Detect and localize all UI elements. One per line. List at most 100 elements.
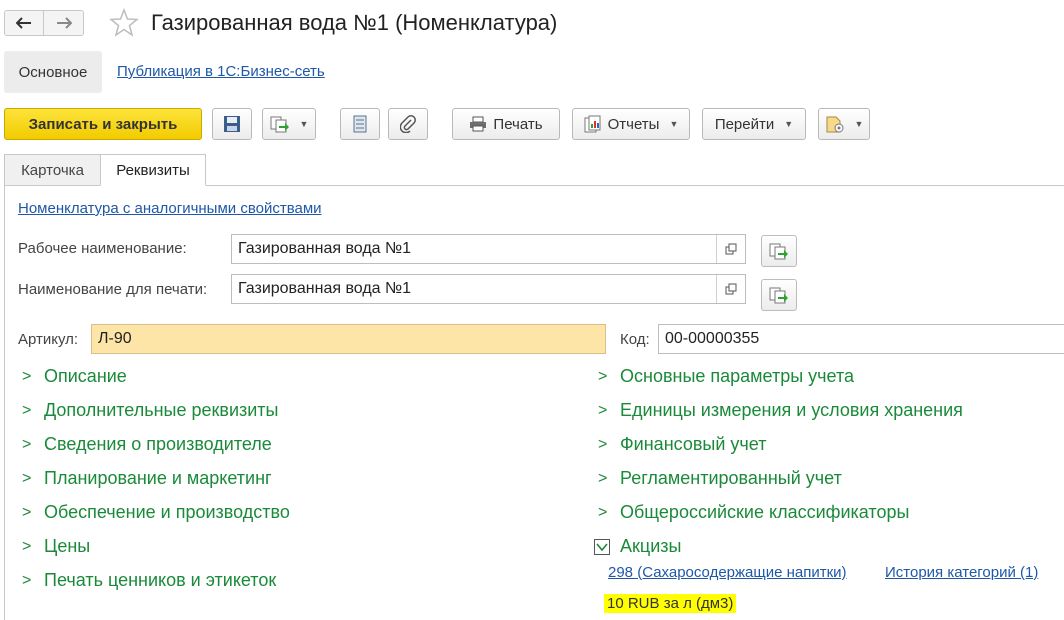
forward-button[interactable]: [44, 10, 84, 36]
article-label: Артикул:: [18, 331, 79, 348]
group-label: Сведения о производителе: [44, 434, 272, 454]
tab-requisites-label: Реквизиты: [116, 161, 190, 179]
chevron-right-icon: >: [22, 367, 32, 385]
group-planning-marketing[interactable]: > Планирование и маркетинг: [22, 468, 272, 489]
back-button[interactable]: [4, 10, 44, 36]
chevron-right-icon: >: [598, 503, 608, 521]
copy-print-name-button[interactable]: [761, 279, 797, 311]
page-title: Газированная вода №1 (Номенклатура): [151, 10, 558, 35]
group-label: Дополнительные реквизиты: [44, 400, 279, 420]
chevron-down-icon: [594, 538, 610, 555]
print-name-label: Наименование для печати:: [18, 281, 208, 298]
print-name-field[interactable]: Газированная вода №1: [231, 274, 746, 304]
list-view-button[interactable]: [340, 108, 380, 140]
group-description[interactable]: > Описание: [22, 366, 127, 387]
tab-card[interactable]: Карточка: [4, 154, 100, 186]
group-manufacturer[interactable]: > Сведения о производителе: [22, 434, 272, 455]
chevron-right-icon: >: [22, 469, 32, 487]
more-actions-button[interactable]: ▼: [818, 108, 870, 140]
paperclip-icon: [400, 115, 416, 133]
chevron-down-icon: ▼: [854, 119, 864, 129]
nav-main-tab[interactable]: Основное: [4, 51, 102, 93]
work-name-value: Газированная вода №1: [238, 240, 412, 257]
goto-label: Перейти: [714, 115, 775, 133]
copy-green-arrow-icon: [769, 287, 788, 304]
chevron-down-icon: ▼: [669, 119, 679, 129]
tab-requisites[interactable]: Реквизиты: [100, 154, 206, 186]
chevron-right-icon: >: [22, 435, 32, 453]
group-label: Описание: [44, 366, 127, 386]
arrow-right-icon: [56, 17, 72, 29]
tab-panel-left-border: [4, 185, 5, 620]
attachments-button[interactable]: [388, 108, 428, 140]
chevron-right-icon: >: [598, 469, 608, 487]
similar-items-link[interactable]: Номенклатура с аналогичными свойствами: [18, 200, 322, 217]
group-excise[interactable]: Акцизы: [594, 536, 681, 557]
group-regulated[interactable]: > Регламентированный учет: [598, 468, 842, 489]
category-history-link[interactable]: История категорий (1): [885, 564, 1038, 581]
group-label: Регламентированный учет: [620, 468, 842, 488]
code-field[interactable]: 00-00000355: [658, 324, 1064, 354]
floppy-disk-icon: [224, 116, 240, 132]
chevron-right-icon: >: [598, 401, 608, 419]
save-button[interactable]: [212, 108, 252, 140]
open-window-icon[interactable]: [716, 275, 745, 303]
save-and-close-label: Записать и закрыть: [28, 115, 178, 133]
print-button[interactable]: Печать: [452, 108, 560, 140]
reports-label: Отчеты: [607, 115, 660, 133]
reports-icon: [584, 115, 601, 133]
chevron-down-icon: ▼: [784, 119, 794, 129]
group-label: Основные параметры учета: [620, 366, 855, 386]
tab-card-label: Карточка: [21, 161, 84, 179]
group-label: Цены: [44, 536, 91, 556]
group-financial[interactable]: > Финансовый учет: [598, 434, 766, 455]
group-supply-production[interactable]: > Обеспечение и производство: [22, 502, 290, 523]
chevron-right-icon: >: [22, 503, 32, 521]
copy-green-arrow-icon: [769, 243, 788, 260]
tab-panel-border: [206, 185, 1064, 186]
open-window-icon[interactable]: [716, 235, 745, 263]
chevron-right-icon: >: [22, 537, 32, 555]
chevron-right-icon: >: [598, 367, 608, 385]
group-label: Финансовый учет: [620, 434, 767, 454]
group-units-storage[interactable]: > Единицы измерения и условия хранения: [598, 400, 963, 421]
chevron-right-icon: >: [22, 571, 32, 589]
group-label: Обеспечение и производство: [44, 502, 290, 522]
group-label: Печать ценников и этикеток: [44, 570, 277, 590]
chevron-down-icon: ▼: [299, 119, 309, 129]
article-value: Л-90: [98, 330, 132, 347]
goto-button[interactable]: Перейти ▼: [702, 108, 806, 140]
group-accounting-params[interactable]: > Основные параметры учета: [598, 366, 854, 387]
reports-button[interactable]: Отчеты ▼: [572, 108, 690, 140]
document-settings-icon: [826, 116, 844, 133]
excise-category-link[interactable]: 298 (Сахаросодержащие напитки): [608, 564, 847, 581]
copy-green-arrow-icon: [270, 116, 289, 133]
group-label: Единицы измерения и условия хранения: [620, 400, 963, 420]
work-name-label: Рабочее наименование:: [18, 240, 187, 257]
excise-rate: 10 RUB за л (дм3): [604, 594, 737, 613]
group-classifiers[interactable]: > Общероссийские классификаторы: [598, 502, 909, 523]
group-label: Общероссийские классификаторы: [620, 502, 910, 522]
chevron-right-icon: >: [598, 435, 608, 453]
favorite-star-icon[interactable]: [108, 7, 140, 44]
nav-main-label: Основное: [18, 63, 88, 81]
group-prices[interactable]: > Цены: [22, 536, 90, 557]
print-label: Печать: [493, 115, 543, 133]
save-and-close-button[interactable]: Записать и закрыть: [4, 108, 202, 140]
code-label: Код:: [620, 331, 650, 348]
arrow-left-icon: [16, 17, 31, 29]
create-based-on-button[interactable]: ▼: [262, 108, 316, 140]
group-label: Акцизы: [620, 536, 682, 556]
chevron-right-icon: >: [22, 401, 32, 419]
group-additional-requisites[interactable]: > Дополнительные реквизиты: [22, 400, 279, 421]
printer-icon: [470, 116, 487, 132]
print-name-value: Газированная вода №1: [238, 280, 412, 297]
article-field[interactable]: Л-90: [91, 324, 606, 354]
group-price-tags[interactable]: > Печать ценников и этикеток: [22, 570, 276, 591]
nav-publication-link[interactable]: Публикация в 1С:Бизнес-сеть: [117, 63, 325, 80]
list-icon: [353, 115, 367, 133]
copy-work-name-button[interactable]: [761, 235, 797, 267]
work-name-field[interactable]: Газированная вода №1: [231, 234, 746, 264]
group-label: Планирование и маркетинг: [44, 468, 272, 488]
code-value: 00-00000355: [665, 330, 760, 347]
